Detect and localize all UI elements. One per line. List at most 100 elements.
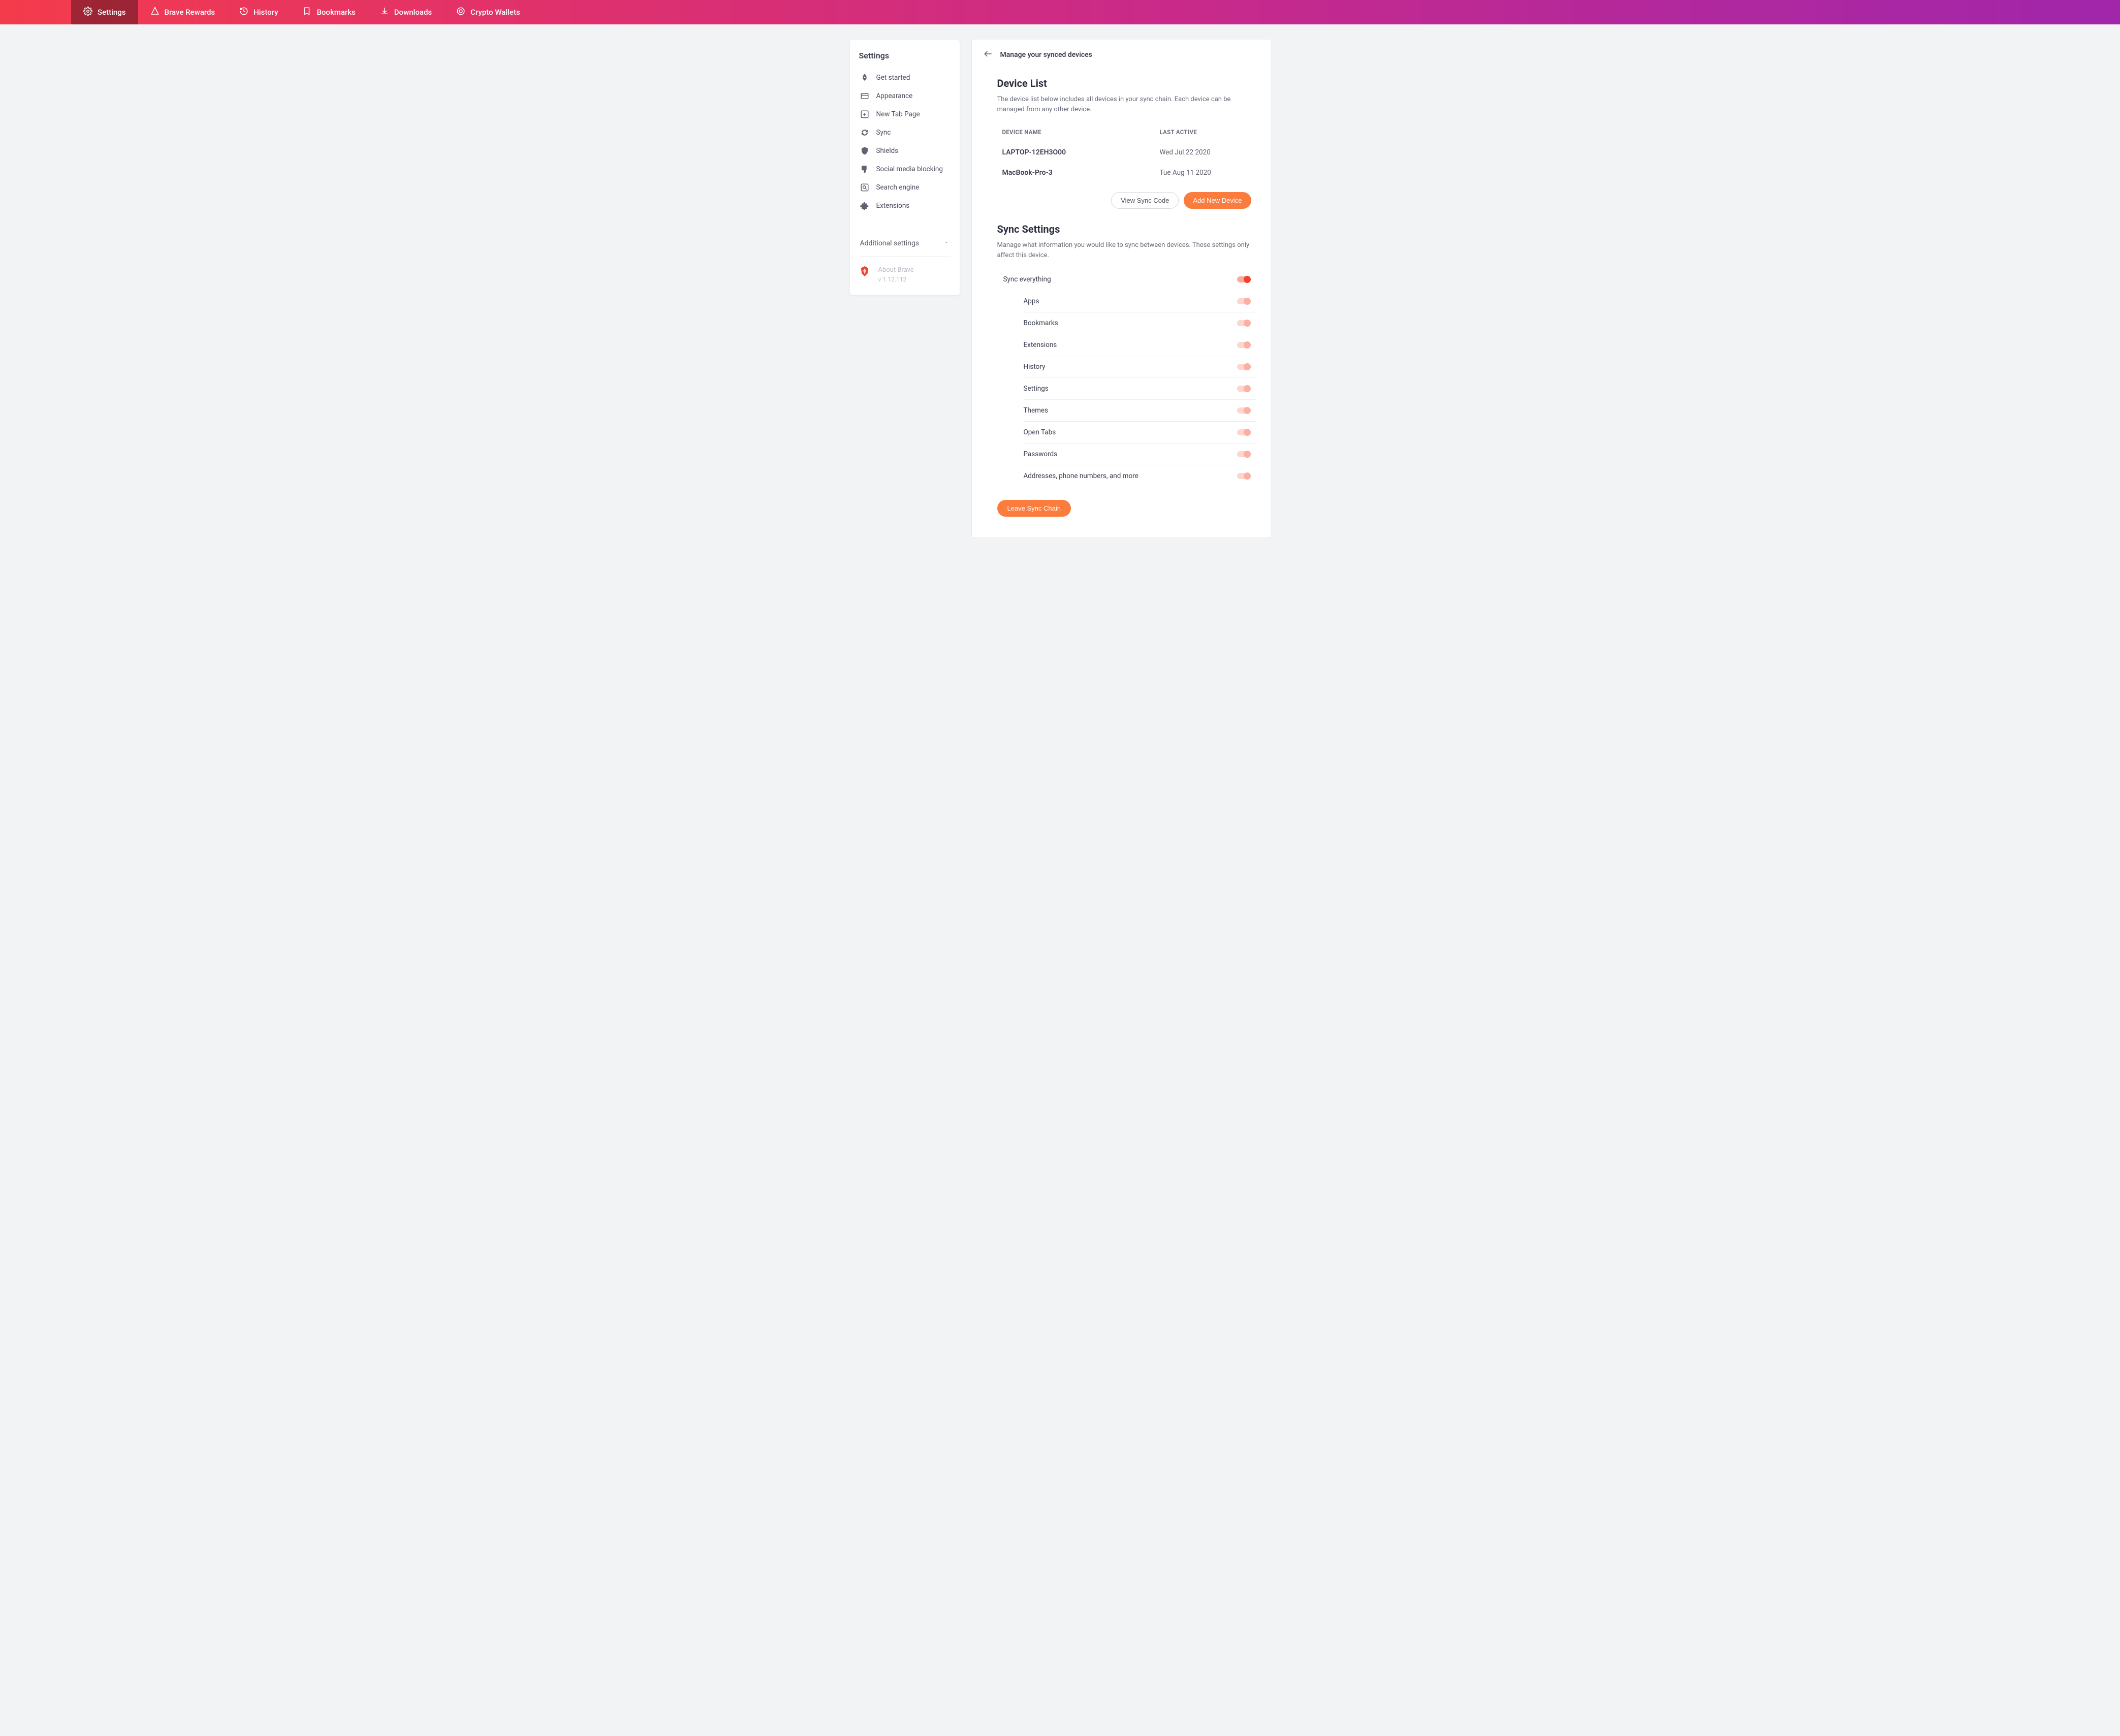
topbar-item-history[interactable]: History — [227, 0, 290, 24]
device-list-section: Device List The device list below includ… — [972, 68, 1271, 220]
wallet-icon — [456, 7, 465, 18]
search-icon — [860, 183, 869, 192]
sync-item-toggle[interactable] — [1237, 298, 1250, 304]
device-col-active: LAST ACTIVE — [1160, 129, 1251, 136]
sync-settings-section: Sync Settings Manage what information yo… — [972, 220, 1271, 487]
sync-item-apps: Apps — [1024, 291, 1256, 312]
sync-sub-list: Apps Bookmarks Extensions History Settin… — [997, 291, 1256, 487]
about-brave-label: About Brave — [878, 266, 914, 274]
sync-item-label: Bookmarks — [1024, 319, 1058, 327]
sync-everything-row: Sync everything — [997, 268, 1256, 291]
sync-item-toggle[interactable] — [1237, 407, 1250, 414]
sidebar-item-label: Sync — [876, 129, 891, 137]
sidebar-item-social-media-blocking[interactable]: Social media blocking — [859, 160, 951, 178]
sync-item-label: Passwords — [1024, 450, 1058, 458]
rewards-icon — [150, 7, 160, 18]
sidebar-item-label: New Tab Page — [876, 110, 920, 118]
sync-item-bookmarks: Bookmarks — [1024, 312, 1256, 334]
new-tab-icon — [860, 110, 869, 119]
sync-item-label: Open Tabs — [1024, 428, 1056, 436]
sidebar-item-shields[interactable]: Shields — [859, 142, 951, 160]
topbar-label: Settings — [98, 8, 126, 17]
additional-settings-label: Additional settings — [860, 239, 920, 247]
topbar-item-bookmarks[interactable]: Bookmarks — [290, 0, 367, 24]
sync-item-passwords: Passwords — [1024, 444, 1256, 465]
sync-item-toggle[interactable] — [1237, 451, 1250, 457]
brave-logo-icon — [860, 266, 869, 278]
sidebar-item-label: Extensions — [876, 202, 910, 210]
topbar-label: History — [254, 8, 278, 17]
add-new-device-button[interactable]: Add New Device — [1184, 192, 1251, 209]
sync-item-settings: Settings — [1024, 378, 1256, 400]
sync-everything-label: Sync everything — [1003, 275, 1051, 283]
device-row: LAPTOP-12EH3O00 Wed Jul 22 2020 — [997, 142, 1256, 163]
topbar-label: Crypto Wallets — [470, 8, 520, 17]
sync-item-label: Extensions — [1024, 341, 1057, 349]
sidebar: Settings Get started Appearance New Tab … — [850, 40, 960, 295]
gear-icon — [83, 7, 92, 18]
extensions-icon — [860, 201, 869, 210]
thumbs-down-icon — [860, 165, 869, 174]
sync-item-extensions: Extensions — [1024, 334, 1256, 356]
device-col-name: DEVICE NAME — [1002, 129, 1160, 136]
topbar-item-rewards[interactable]: Brave Rewards — [138, 0, 228, 24]
back-arrow-icon[interactable] — [983, 49, 993, 61]
sync-item-label: Apps — [1024, 297, 1039, 305]
sync-item-toggle[interactable] — [1237, 320, 1250, 326]
rocket-icon — [860, 73, 869, 82]
appearance-icon — [860, 91, 869, 101]
device-list-desc: The device list below includes all devic… — [997, 94, 1256, 114]
sync-item-history: History — [1024, 356, 1256, 378]
sidebar-item-label: Social media blocking — [876, 165, 943, 173]
shield-icon — [860, 146, 869, 155]
about-brave-version: v 1.12.112 — [878, 276, 914, 283]
sidebar-item-appearance[interactable]: Appearance — [859, 87, 951, 105]
device-button-row: View Sync Code Add New Device — [997, 183, 1256, 220]
device-table: DEVICE NAME LAST ACTIVE LAPTOP-12EH3O00 … — [997, 122, 1256, 183]
about-brave[interactable]: About Brave v 1.12.112 — [859, 266, 951, 283]
sidebar-item-label: Shields — [876, 147, 899, 155]
sync-settings-title: Sync Settings — [997, 223, 1256, 235]
topbar-item-settings[interactable]: Settings — [71, 0, 138, 24]
sync-item-toggle[interactable] — [1237, 342, 1250, 348]
topbar-label: Bookmarks — [317, 8, 355, 17]
chevron-down-icon — [943, 239, 950, 247]
history-icon — [239, 7, 248, 18]
device-list-title: Device List — [997, 77, 1256, 89]
sync-item-themes: Themes — [1024, 400, 1256, 422]
sync-item-addresses: Addresses, phone numbers, and more — [1024, 465, 1256, 487]
sync-item-toggle[interactable] — [1237, 429, 1250, 435]
device-last-active: Wed Jul 22 2020 — [1160, 148, 1251, 156]
sync-everything-toggle[interactable] — [1237, 276, 1250, 282]
topbar-label: Downloads — [394, 8, 432, 17]
sidebar-item-new-tab-page[interactable]: New Tab Page — [859, 105, 951, 123]
topbar-item-crypto-wallets[interactable]: Crypto Wallets — [444, 0, 532, 24]
view-sync-code-button[interactable]: View Sync Code — [1111, 192, 1179, 209]
sidebar-item-search-engine[interactable]: Search engine — [859, 178, 951, 197]
sidebar-item-label: Search engine — [876, 183, 920, 192]
device-table-header: DEVICE NAME LAST ACTIVE — [997, 122, 1256, 142]
additional-settings-toggle[interactable]: Additional settings — [859, 236, 951, 255]
sync-item-toggle[interactable] — [1237, 473, 1250, 479]
sync-item-label: Addresses, phone numbers, and more — [1024, 472, 1138, 480]
sidebar-item-label: Appearance — [876, 92, 913, 100]
sidebar-item-get-started[interactable]: Get started — [859, 69, 951, 87]
leave-sync-chain-row: Leave Sync Chain — [972, 487, 1271, 517]
device-row: MacBook-Pro-3 Tue Aug 11 2020 — [997, 163, 1256, 183]
topbar-item-downloads[interactable]: Downloads — [368, 0, 444, 24]
leave-sync-chain-button[interactable]: Leave Sync Chain — [997, 500, 1071, 517]
sync-item-label: Settings — [1024, 385, 1049, 393]
sidebar-item-label: Get started — [876, 74, 910, 82]
sync-item-open-tabs: Open Tabs — [1024, 422, 1256, 444]
sync-settings-desc: Manage what information you would like t… — [997, 240, 1256, 260]
sync-item-toggle[interactable] — [1237, 386, 1250, 392]
sync-item-toggle[interactable] — [1237, 364, 1250, 370]
device-name: LAPTOP-12EH3O00 — [1002, 148, 1160, 156]
panel-header: Manage your synced devices — [972, 49, 1271, 68]
sidebar-item-extensions[interactable]: Extensions — [859, 197, 951, 215]
sidebar-item-sync[interactable]: Sync — [859, 123, 951, 142]
bookmark-icon — [302, 7, 311, 18]
device-name: MacBook-Pro-3 — [1002, 169, 1160, 177]
sync-item-label: Themes — [1024, 406, 1049, 415]
device-last-active: Tue Aug 11 2020 — [1160, 169, 1251, 177]
